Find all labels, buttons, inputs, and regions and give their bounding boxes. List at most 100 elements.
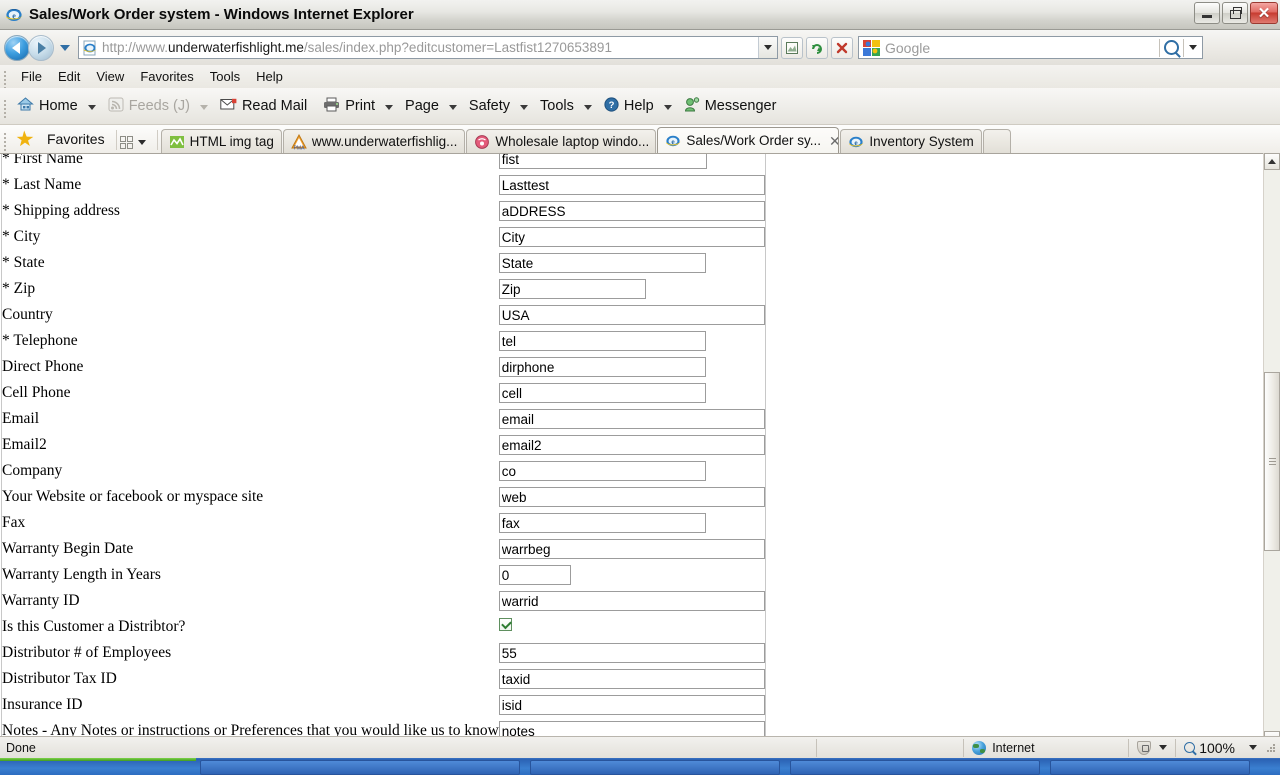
chevron-down-icon[interactable] bbox=[1249, 745, 1257, 750]
menu-item-view[interactable]: View bbox=[88, 67, 132, 86]
tools-dropdown-icon[interactable] bbox=[583, 104, 592, 110]
favorite-link-html-img-tag[interactable]: HTML img tag bbox=[160, 129, 282, 153]
refresh-button[interactable] bbox=[806, 36, 828, 59]
search-icon[interactable] bbox=[1164, 40, 1179, 55]
field-input[interactable] bbox=[498, 695, 765, 715]
field-input[interactable] bbox=[498, 201, 765, 221]
feeds-dropdown-icon[interactable] bbox=[199, 104, 208, 110]
vertical-scrollbar[interactable] bbox=[1263, 153, 1280, 748]
compatibility-view-button[interactable] bbox=[781, 36, 803, 59]
menu-item-edit[interactable]: Edit bbox=[50, 67, 88, 86]
command-home[interactable]: Home bbox=[13, 93, 82, 120]
field-input[interactable] bbox=[498, 305, 765, 325]
field-input[interactable] bbox=[498, 591, 765, 611]
address-toolbar: http://www.underwaterfishlight.me/sales/… bbox=[0, 30, 1280, 65]
shield-icon bbox=[1137, 740, 1152, 755]
address-bar[interactable]: http://www.underwaterfishlight.me/sales/… bbox=[78, 36, 778, 59]
command-read-mail[interactable]: Read Mail bbox=[216, 93, 311, 120]
field-input[interactable] bbox=[498, 669, 765, 689]
distributor-checkbox[interactable] bbox=[498, 618, 512, 631]
search-input[interactable]: Google bbox=[885, 40, 930, 56]
command-page[interactable]: Page bbox=[401, 93, 443, 120]
address-dropdown-button[interactable] bbox=[758, 37, 777, 58]
zoom-level[interactable]: 100% bbox=[1176, 737, 1265, 759]
command-help[interactable]: ? Help bbox=[600, 93, 658, 120]
favorite-link-underwaterfishlight[interactable]: PMA www.underwaterfishlig... bbox=[282, 129, 466, 153]
command-feeds[interactable]: Feeds (J) bbox=[104, 93, 194, 120]
field-label: * City bbox=[2, 228, 41, 245]
forward-button[interactable] bbox=[28, 34, 54, 61]
field-input[interactable] bbox=[498, 154, 707, 169]
form-row: * Shipping address bbox=[2, 198, 766, 224]
field-input[interactable] bbox=[498, 487, 765, 507]
toolbar-grip[interactable] bbox=[3, 98, 8, 118]
favorites-dropdown-icon[interactable] bbox=[137, 140, 146, 145]
command-tools[interactable]: Tools bbox=[536, 93, 578, 120]
scroll-up-button[interactable] bbox=[1264, 153, 1280, 170]
customer-edit-form: * First Name * Last Name * Shipping addres… bbox=[1, 154, 766, 745]
tab-sales-work-order-system[interactable]: e Sales/Work Order sy... ✕ bbox=[657, 127, 840, 153]
page-dropdown-icon[interactable] bbox=[448, 104, 457, 110]
command-print[interactable]: Print bbox=[319, 93, 379, 120]
browser-window: e Sales/Work Order system - Windows Inte… bbox=[0, 0, 1280, 775]
taskbar-item[interactable] bbox=[1050, 760, 1250, 775]
field-input[interactable] bbox=[498, 539, 765, 559]
field-input[interactable] bbox=[498, 279, 646, 299]
form-row: Email2 bbox=[2, 432, 766, 458]
command-safety[interactable]: Safety bbox=[465, 93, 514, 120]
favorites-grid-icon[interactable] bbox=[119, 136, 133, 149]
menu-item-favorites[interactable]: Favorites bbox=[132, 67, 201, 86]
search-provider-dropdown-icon[interactable] bbox=[1189, 45, 1197, 50]
favorite-link-wholesale-laptop[interactable]: Wholesale laptop windo... bbox=[466, 129, 657, 153]
form-row: Is this Customer a Distribtor? bbox=[2, 614, 766, 640]
field-input-cell bbox=[498, 510, 766, 536]
recent-pages-dropdown-icon[interactable] bbox=[60, 44, 70, 51]
field-input[interactable] bbox=[498, 409, 765, 429]
restore-button[interactable] bbox=[1222, 2, 1248, 24]
field-input[interactable] bbox=[498, 435, 765, 455]
favorites-button[interactable]: Favorites bbox=[13, 127, 113, 151]
field-input[interactable] bbox=[498, 357, 706, 377]
home-dropdown-icon[interactable] bbox=[87, 104, 96, 110]
chevron-down-icon[interactable] bbox=[1159, 745, 1168, 750]
taskbar-item[interactable] bbox=[200, 760, 520, 775]
field-label: * Telephone bbox=[2, 332, 78, 349]
field-input[interactable] bbox=[498, 331, 706, 351]
taskbar-item[interactable] bbox=[530, 760, 780, 775]
protected-mode-indicator[interactable] bbox=[1129, 737, 1175, 759]
search-bar[interactable]: Google bbox=[858, 36, 1203, 59]
toolbar-grip[interactable] bbox=[3, 69, 8, 89]
new-tab-button[interactable] bbox=[982, 129, 1011, 153]
search-submit[interactable] bbox=[1159, 37, 1202, 58]
stop-button[interactable] bbox=[831, 36, 853, 59]
toolbar-grip[interactable] bbox=[3, 131, 8, 151]
field-input[interactable] bbox=[498, 643, 765, 663]
menu-item-help[interactable]: Help bbox=[248, 67, 291, 86]
field-input[interactable] bbox=[498, 383, 706, 403]
menu-item-file[interactable]: File bbox=[13, 67, 50, 86]
security-zone[interactable]: Internet bbox=[964, 737, 1128, 759]
resize-grip[interactable] bbox=[1265, 742, 1277, 754]
back-button[interactable] bbox=[4, 34, 30, 61]
command-messenger[interactable]: Messenger bbox=[680, 93, 781, 120]
tab-inventory-system[interactable]: e Inventory System bbox=[840, 129, 982, 153]
print-dropdown-icon[interactable] bbox=[385, 104, 394, 110]
scrollbar-thumb[interactable] bbox=[1264, 371, 1280, 552]
favorites-bar: Favorites HTML img tag PMA www.underwate… bbox=[0, 125, 1280, 153]
field-input[interactable] bbox=[498, 461, 706, 481]
ie-icon: e bbox=[665, 133, 681, 149]
field-input[interactable] bbox=[498, 565, 571, 585]
field-input[interactable] bbox=[498, 513, 706, 533]
taskbar-item[interactable] bbox=[790, 760, 1040, 775]
safety-dropdown-icon[interactable] bbox=[520, 104, 529, 110]
pma-icon: PMA bbox=[291, 133, 307, 151]
help-dropdown-icon[interactable] bbox=[663, 104, 672, 110]
minimize-button[interactable] bbox=[1194, 2, 1220, 24]
menu-item-tools[interactable]: Tools bbox=[202, 67, 248, 86]
field-input[interactable] bbox=[498, 253, 706, 273]
field-input-cell bbox=[498, 562, 766, 588]
close-button[interactable]: ✕ bbox=[1250, 2, 1278, 24]
field-input[interactable] bbox=[498, 175, 765, 195]
tab-close-icon[interactable]: ✕ bbox=[829, 134, 838, 148]
field-input[interactable] bbox=[498, 227, 765, 247]
